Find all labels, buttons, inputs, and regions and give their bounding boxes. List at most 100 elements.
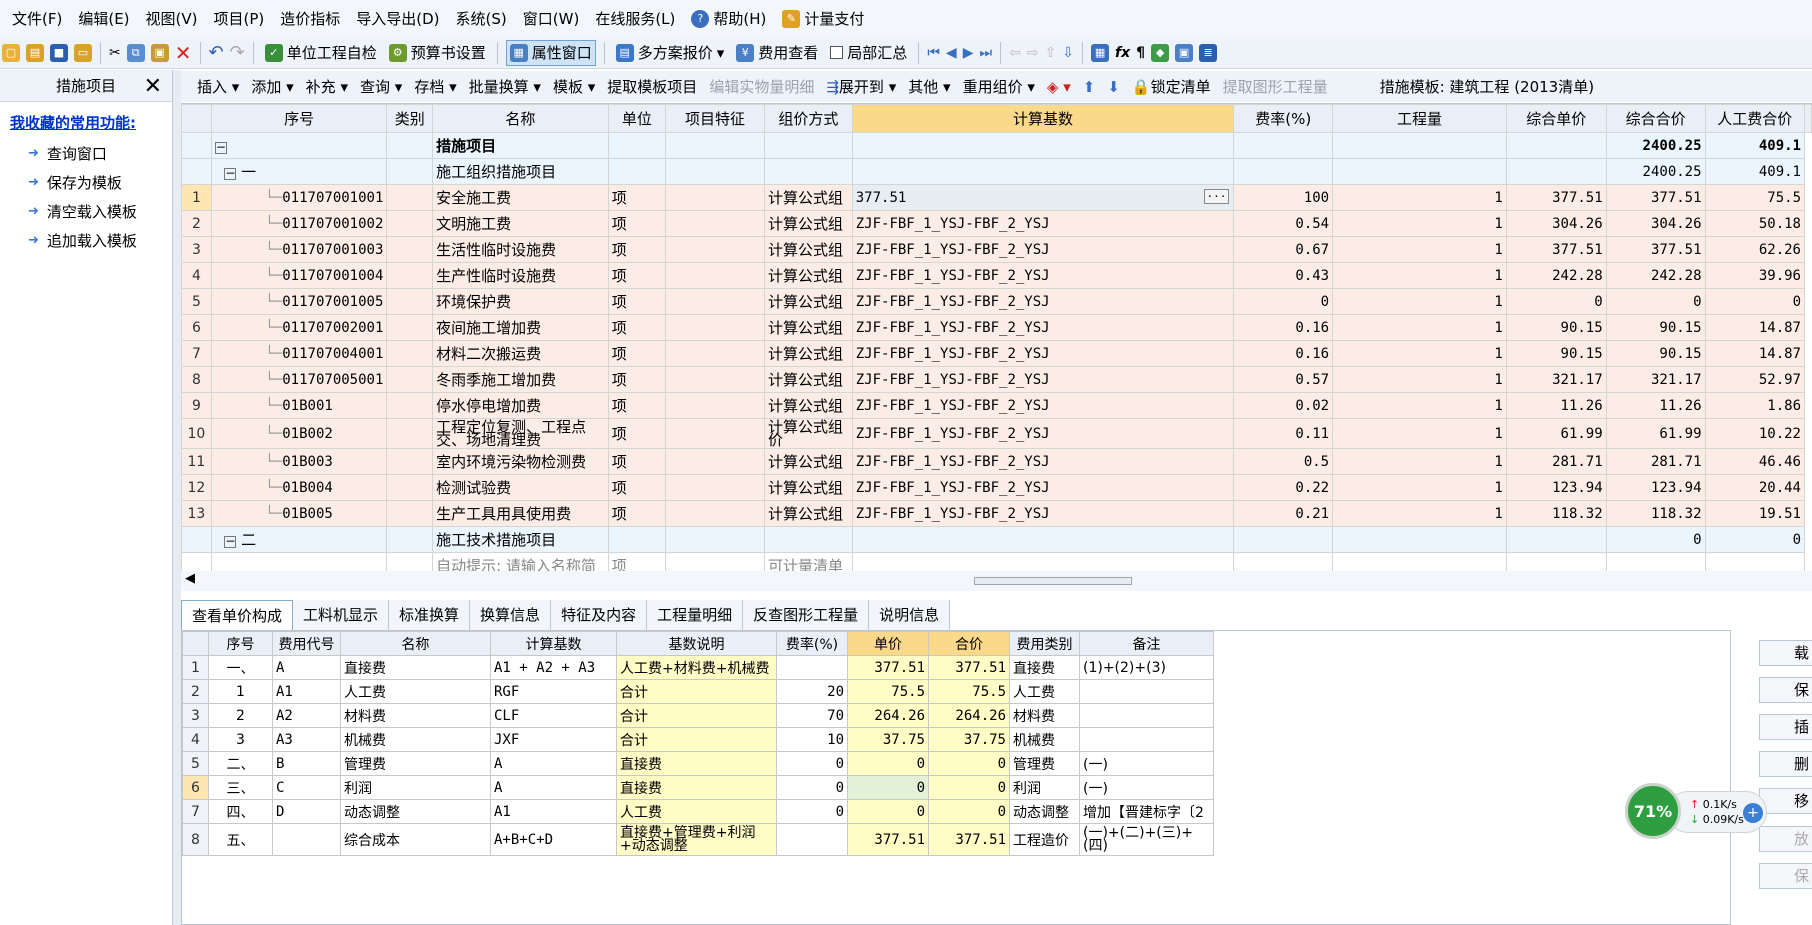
tab-item[interactable]: 工程量明细: [647, 600, 744, 630]
save-icon[interactable]: ■: [50, 43, 68, 62]
menu-item[interactable]: 项目(P): [206, 8, 273, 29]
column-header[interactable]: 备注: [1079, 631, 1214, 656]
template-button[interactable]: 模板 ▾: [553, 76, 595, 97]
table-row[interactable]: 4 3 A3 机械费 JXF 合计 10 37.75 37.75 机械费: [182, 727, 1214, 752]
table-row[interactable]: 11 └─01B003 室内环境污染物检测费 项 计算公式组 ZJF-FBF_1…: [181, 448, 1812, 475]
column-header[interactable]: 费用代号: [272, 631, 341, 656]
side-link[interactable]: ➜ 保存为模板: [0, 168, 172, 197]
calculator-icon[interactable]: ▦: [1091, 43, 1110, 62]
move-left-icon[interactable]: ⇦: [1009, 45, 1021, 61]
property-window-button[interactable]: ▦ 属性窗口: [505, 39, 596, 66]
column-header[interactable]: 基数说明: [616, 631, 777, 656]
column-header[interactable]: 序号: [210, 104, 388, 133]
column-header[interactable]: 项目特征: [665, 104, 765, 133]
menu-item[interactable]: 系统(S): [448, 8, 515, 29]
table-row[interactable]: − 措施项目 2400.25 409.1: [181, 132, 1812, 159]
side-link[interactable]: ➜ 清空载入模板: [0, 197, 172, 226]
column-header[interactable]: 综合单价: [1505, 104, 1607, 133]
move-down-icon[interactable]: ⇩: [1062, 45, 1074, 61]
scroll-thumb[interactable]: [974, 577, 1132, 585]
scroll-left-icon[interactable]: ◀: [185, 571, 195, 586]
close-icon[interactable]: ✕: [144, 74, 162, 99]
column-header[interactable]: 名称: [340, 631, 491, 656]
query-button[interactable]: 查询 ▾: [360, 76, 402, 97]
table-row[interactable]: 1 一、 A 直接费 A1 + A2 + A3 人工费+材料费+机械费 377.…: [182, 655, 1214, 680]
down-arrow-icon[interactable]: ⬇: [1107, 78, 1120, 96]
other-button[interactable]: 其他 ▾: [908, 76, 950, 97]
network-monitor[interactable]: ↑ 0.1K/s ↓ 0.09K/s 71% +: [1625, 781, 1767, 841]
menu-item[interactable]: 导入导出(D): [348, 8, 447, 29]
menu-item[interactable]: ✎ 计量支付: [774, 8, 872, 29]
formula-icon[interactable]: fx: [1115, 45, 1130, 61]
table-row[interactable]: 3 └─011707001003 生活性临时设施费 项 计算公式组 ZJF-FB…: [181, 236, 1812, 263]
tab-item[interactable]: 特征及内容: [551, 600, 648, 630]
redo-icon[interactable]: ↷: [230, 42, 245, 63]
column-header[interactable]: 计算基数: [851, 104, 1235, 133]
multi-quote-button[interactable]: ▤ 多方案报价 ▾: [613, 40, 728, 66]
color-fill-icon[interactable]: ◈ ▾: [1047, 78, 1071, 96]
add-button[interactable]: 添加 ▾: [251, 76, 293, 97]
menu-item[interactable]: 视图(V): [138, 8, 206, 29]
move-up-icon[interactable]: ⇧: [1045, 45, 1057, 61]
column-header[interactable]: 类别: [386, 104, 434, 133]
collapse-icon[interactable]: −: [224, 535, 237, 548]
more-icon[interactable]: ···: [1203, 189, 1230, 204]
table-row[interactable]: 9 └─01B001 停水停电增加费 项 计算公式组 ZJF-FBF_1_YSJ…: [181, 392, 1812, 419]
new-file-icon[interactable]: ▢: [2, 43, 20, 62]
budget-settings-button[interactable]: ⚙ 预算书设置: [386, 40, 489, 66]
extract-template-button[interactable]: 提取模板项目: [607, 76, 697, 97]
menu-item[interactable]: ? 帮助(H): [683, 8, 774, 29]
fee-view-button[interactable]: ¥ 费用查看: [733, 40, 821, 66]
lock-button[interactable]: 🔒锁定清单: [1132, 76, 1211, 97]
table-row[interactable]: 5 二、 B 管理费 A 直接费 0 0 0 管理费 (一): [182, 751, 1214, 776]
list-icon[interactable]: ≣: [1199, 43, 1218, 62]
table-row[interactable]: 13 └─01B005 生产工具用具使用费 项 计算公式组 ZJF-FBF_1_…: [181, 500, 1812, 527]
delete-icon[interactable]: ✕: [175, 41, 192, 65]
column-header[interactable]: 工程量: [1332, 104, 1507, 133]
last-icon[interactable]: ⏭: [979, 45, 992, 61]
up-arrow-icon[interactable]: ⬆: [1083, 78, 1096, 96]
collapse-icon[interactable]: −: [214, 141, 227, 154]
table-row[interactable]: 2 1 A1 人工费 RGF 合计 20 75.5 75.5 人工费: [182, 679, 1214, 704]
plus-icon[interactable]: +: [1743, 803, 1763, 823]
menu-item[interactable]: 编辑(E): [70, 8, 137, 29]
move-right-icon[interactable]: ⇨: [1027, 45, 1039, 61]
column-header[interactable]: 合价: [928, 631, 1010, 656]
column-header[interactable]: 费率(%): [776, 631, 848, 656]
paragraph-icon[interactable]: ¶: [1136, 45, 1145, 61]
table-row[interactable]: 3 2 A2 材料费 CLF 合计 70 264.26 264.26 材料费: [182, 703, 1214, 728]
tab-item[interactable]: 标准换算: [389, 600, 471, 630]
column-header[interactable]: 序号: [208, 631, 273, 656]
menu-item[interactable]: 窗口(W): [515, 8, 588, 29]
column-header[interactable]: 名称: [432, 104, 609, 133]
archive-button[interactable]: 存档 ▾: [414, 76, 456, 97]
undo-icon[interactable]: ↶: [209, 42, 224, 63]
menu-item[interactable]: 造价指标: [272, 8, 348, 29]
table-row[interactable]: 1 └─011707001001 安全施工费 项 计算公式组 377.51 ···…: [181, 184, 1812, 211]
tab-item[interactable]: 工料机显示: [293, 600, 390, 630]
image-icon[interactable]: ▣: [1175, 43, 1194, 62]
side-action-button[interactable]: 保存: [1759, 677, 1812, 703]
extract-graphic-button[interactable]: 提取图形工程量: [1223, 76, 1328, 97]
column-header[interactable]: 费用类别: [1009, 631, 1080, 656]
table-row[interactable]: 6 三、 C 利润 A 直接费 0 0 0 利润 (一): [182, 775, 1214, 800]
table-row[interactable]: − 二施工技术措施项目 0 0: [181, 526, 1812, 553]
open-folder-icon[interactable]: ▤: [26, 43, 44, 62]
reuse-button[interactable]: 重用组价 ▾: [963, 76, 1035, 97]
table-row[interactable]: 2 └─011707001002 文明施工费 项 计算公式组 ZJF-FBF_1…: [181, 210, 1812, 237]
tab-item[interactable]: 查看单价构成: [181, 600, 294, 630]
column-header[interactable]: 费率(%): [1233, 104, 1334, 133]
table-row[interactable]: 7 四、 D 动态调整 A1 人工费 0 0 0 动态调整 增加【晋建标字〔2: [182, 799, 1214, 824]
splitter[interactable]: [173, 70, 181, 925]
table-row[interactable]: 10 └─01B002 工程定位复测、工程点交、场地清理费 项 计算公式组价 Z…: [181, 418, 1812, 449]
favorites-heading[interactable]: 我收藏的常用功能:: [0, 102, 172, 139]
tab-item[interactable]: 反查图形工程量: [743, 600, 870, 630]
first-icon[interactable]: ⏮: [927, 45, 940, 61]
table-row[interactable]: 8 └─011707005001 冬雨季施工增加费 项 计算公式组 ZJF-FB…: [181, 366, 1812, 393]
table-row[interactable]: 4 └─011707001004 生产性临时设施费 项 计算公式组 ZJF-FB…: [181, 262, 1812, 289]
side-action-button[interactable]: 保存: [1759, 863, 1812, 889]
cube-icon[interactable]: ◆: [1151, 43, 1170, 62]
side-action-button[interactable]: 删: [1759, 751, 1812, 777]
column-header[interactable]: 人工费合价: [1704, 104, 1806, 133]
column-header[interactable]: 计算基数: [490, 631, 617, 656]
